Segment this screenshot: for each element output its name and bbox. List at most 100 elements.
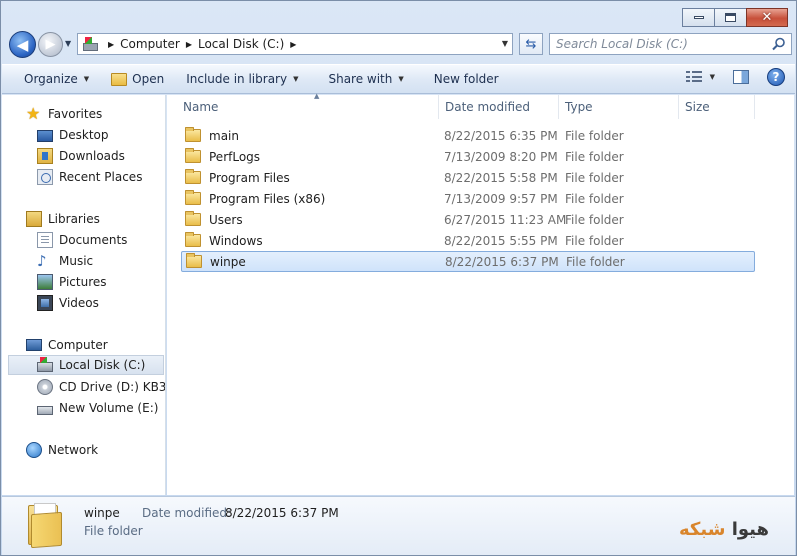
folder-icon bbox=[185, 127, 201, 142]
help-icon[interactable]: ? bbox=[767, 68, 785, 86]
column-header-label: Name bbox=[183, 100, 219, 114]
search-input[interactable]: Search Local Disk (C:) bbox=[556, 37, 688, 51]
new-folder-button[interactable]: New folder bbox=[426, 67, 507, 91]
minimize-button[interactable] bbox=[682, 8, 715, 27]
file-type: File folder bbox=[565, 149, 624, 164]
search-box[interactable]: Search Local Disk (C:) bbox=[549, 33, 792, 55]
organize-label: Organize bbox=[24, 72, 78, 86]
file-date: 8/22/2015 6:37 PM bbox=[445, 254, 559, 269]
sidebar-item-label: New Volume (E:) bbox=[59, 401, 159, 415]
file-type: File folder bbox=[565, 191, 624, 206]
file-name: Program Files bbox=[209, 170, 290, 185]
navigation-pane: ★ Favorites Desktop Downloads Recent Pla… bbox=[2, 95, 166, 495]
table-row[interactable]: Program Files (x86) 7/13/2009 9:57 PM Fi… bbox=[181, 188, 755, 209]
open-folder-icon bbox=[111, 72, 128, 86]
file-type: File folder bbox=[565, 128, 624, 143]
refresh-icon: ⇆ bbox=[525, 36, 537, 52]
maximize-button[interactable] bbox=[714, 8, 747, 27]
recent-places-icon bbox=[37, 169, 53, 185]
sidebar-item-downloads[interactable]: Downloads bbox=[37, 146, 165, 166]
table-row[interactable]: Program Files 8/22/2015 5:58 PM File fol… bbox=[181, 167, 755, 188]
details-item-type: File folder bbox=[84, 524, 143, 538]
preview-pane-icon[interactable] bbox=[733, 70, 749, 84]
file-type: File folder bbox=[565, 233, 624, 248]
close-button[interactable]: ✕ bbox=[746, 8, 788, 27]
forward-arrow-icon: ▶ bbox=[45, 37, 56, 52]
close-icon: ✕ bbox=[761, 10, 773, 25]
open-button[interactable]: Open bbox=[103, 67, 172, 91]
column-header-label: Date modified bbox=[445, 100, 531, 114]
file-date: 8/22/2015 5:58 PM bbox=[444, 170, 558, 185]
sidebar-item-cd-drive[interactable]: CD Drive (D:) KB3AIK bbox=[37, 377, 165, 397]
sidebar-item-libraries[interactable]: Libraries bbox=[26, 209, 165, 229]
sidebar-item-pictures[interactable]: Pictures bbox=[37, 272, 165, 292]
open-label: Open bbox=[132, 72, 165, 86]
watermark-text: شبکه bbox=[678, 519, 726, 540]
back-button[interactable]: ◀ bbox=[9, 31, 36, 58]
column-header-date-modified[interactable]: Date modified bbox=[439, 95, 559, 119]
large-folder-icon bbox=[28, 503, 62, 549]
sidebar-item-label: Computer bbox=[48, 338, 108, 352]
desktop-icon bbox=[37, 129, 53, 142]
file-type: File folder bbox=[565, 212, 624, 227]
new-folder-label: New folder bbox=[433, 72, 499, 86]
breadcrumb-separator-icon[interactable]: ▶ bbox=[186, 40, 192, 49]
organize-button[interactable]: Organize ▼ bbox=[16, 67, 97, 91]
file-name: Users bbox=[209, 212, 243, 227]
back-arrow-icon: ◀ bbox=[16, 35, 29, 54]
file-type: File folder bbox=[566, 254, 625, 269]
sidebar-item-recent-places[interactable]: Recent Places bbox=[37, 167, 165, 187]
forward-button[interactable]: ▶ bbox=[38, 32, 63, 57]
file-name: Program Files (x86) bbox=[209, 191, 326, 206]
sidebar-item-label: Documents bbox=[59, 233, 128, 247]
include-in-library-button[interactable]: Include in library ▼ bbox=[178, 67, 306, 91]
file-name: PerfLogs bbox=[209, 149, 261, 164]
change-view-icon[interactable] bbox=[685, 71, 702, 83]
sidebar-item-label: Desktop bbox=[59, 128, 109, 142]
sidebar-item-videos[interactable]: Videos bbox=[37, 293, 165, 313]
folder-icon bbox=[186, 253, 202, 268]
sidebar-item-computer[interactable]: Computer bbox=[26, 335, 165, 355]
sidebar-item-local-disk[interactable]: Local Disk (C:) bbox=[8, 355, 164, 375]
table-row[interactable]: main 8/22/2015 6:35 PM File folder bbox=[181, 125, 755, 146]
table-row-selected[interactable]: winpe 8/22/2015 6:37 PM File folder bbox=[181, 251, 755, 272]
pictures-icon bbox=[37, 274, 53, 290]
sidebar-item-label: Music bbox=[59, 254, 94, 268]
column-header-label: Size bbox=[685, 100, 710, 114]
sidebar-item-label: Favorites bbox=[48, 107, 103, 121]
file-date: 7/13/2009 9:57 PM bbox=[444, 191, 558, 206]
views-dropdown-icon[interactable]: ▼ bbox=[710, 73, 715, 81]
column-header-name[interactable]: Name ▲ bbox=[177, 92, 439, 119]
sidebar-item-network[interactable]: Network bbox=[26, 440, 165, 460]
sidebar-item-desktop[interactable]: Desktop bbox=[37, 125, 165, 145]
sidebar-item-music[interactable]: ♪ Music bbox=[37, 251, 165, 271]
sidebar-item-label: Pictures bbox=[59, 275, 107, 289]
folder-icon bbox=[185, 190, 201, 205]
music-icon: ♪ bbox=[37, 252, 47, 270]
file-name: main bbox=[209, 128, 239, 143]
recent-pages-dropdown[interactable]: ▼ bbox=[65, 39, 71, 48]
sidebar-item-documents[interactable]: Documents bbox=[37, 230, 165, 250]
table-row[interactable]: Users 6/27/2015 11:23 AM File folder bbox=[181, 209, 755, 230]
videos-icon bbox=[37, 295, 53, 311]
sidebar-item-new-volume[interactable]: New Volume (E:) bbox=[37, 398, 165, 418]
refresh-button[interactable]: ⇆ bbox=[519, 33, 543, 55]
sidebar-item-favorites[interactable]: ★ Favorites bbox=[26, 104, 165, 124]
drive-icon bbox=[37, 405, 53, 415]
share-with-button[interactable]: Share with ▼ bbox=[320, 67, 411, 91]
breadcrumb-computer[interactable]: Computer bbox=[120, 37, 180, 51]
file-date: 7/13/2009 8:20 PM bbox=[444, 149, 558, 164]
address-bar[interactable]: ▶ Computer ▶ Local Disk (C:) ▶ ▼ bbox=[77, 33, 513, 55]
folder-icon bbox=[185, 169, 201, 184]
details-date-value: 8/22/2015 6:37 PM bbox=[225, 506, 339, 520]
breadcrumb-separator-icon[interactable]: ▶ bbox=[108, 40, 114, 49]
column-header-type[interactable]: Type bbox=[559, 95, 679, 119]
breadcrumb-separator-icon[interactable]: ▶ bbox=[290, 40, 296, 49]
column-header-size[interactable]: Size bbox=[679, 95, 755, 119]
table-row[interactable]: Windows 8/22/2015 5:55 PM File folder bbox=[181, 230, 755, 251]
table-row[interactable]: PerfLogs 7/13/2009 8:20 PM File folder bbox=[181, 146, 755, 167]
breadcrumb-local-disk[interactable]: Local Disk (C:) bbox=[198, 37, 284, 51]
command-bar: Organize ▼ Open Include in library ▼ Share… bbox=[2, 64, 795, 94]
column-headers: Name ▲ Date modified Type Size bbox=[167, 92, 794, 119]
address-history-dropdown[interactable]: ▼ bbox=[502, 39, 508, 48]
